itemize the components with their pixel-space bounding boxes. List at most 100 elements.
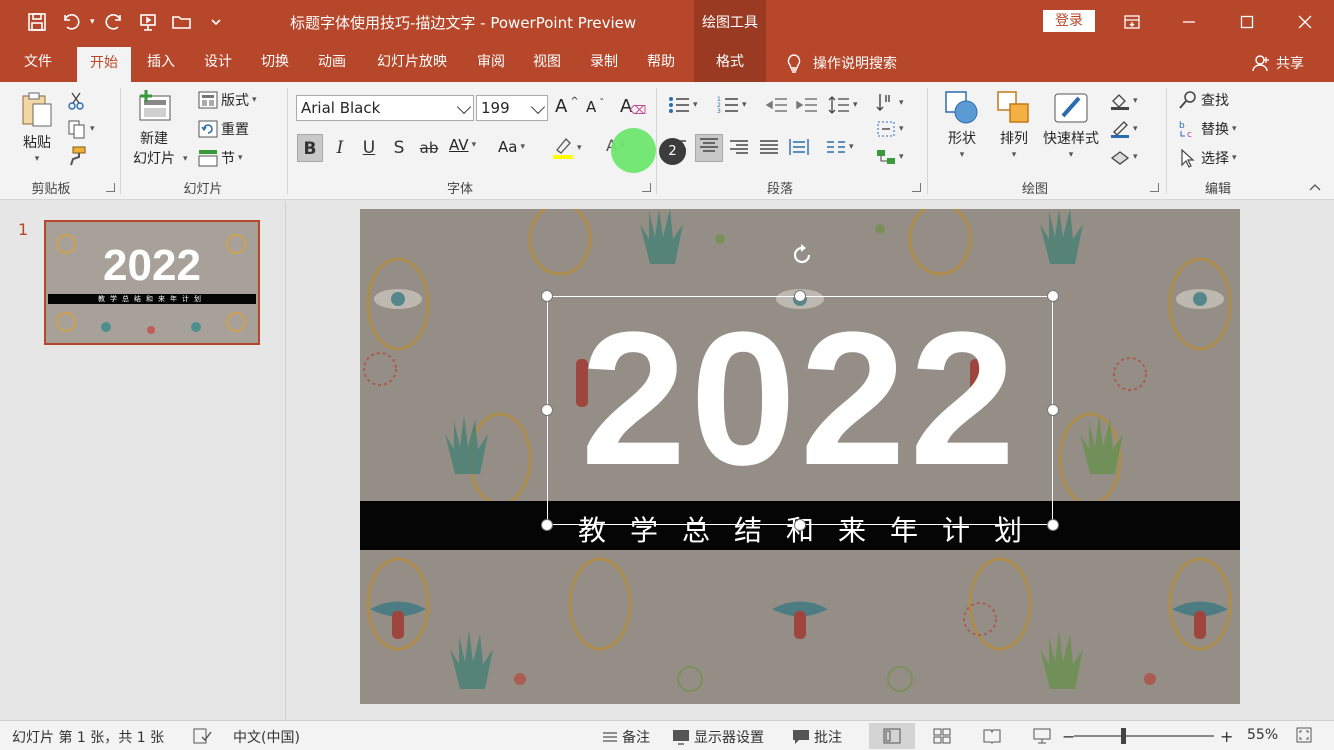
tab-review[interactable]: 审阅 [468, 44, 514, 82]
resize-handle-top-right[interactable] [1047, 290, 1059, 302]
decrease-indent-icon[interactable] [766, 96, 788, 114]
change-case-button[interactable]: Aa ▾ [498, 138, 525, 156]
find-button[interactable]: 查找 [1178, 90, 1229, 110]
italic-button[interactable]: I [327, 134, 353, 162]
highlight-color-button[interactable]: ▾ [552, 136, 582, 160]
select-button[interactable]: 选择 ▾ [1178, 148, 1237, 168]
replace-button[interactable]: bc 替换 ▾ [1178, 119, 1237, 139]
clipboard-launcher-icon[interactable] [106, 183, 115, 192]
columns-button[interactable]: ▾ [826, 138, 854, 156]
drawing-launcher-icon[interactable] [1150, 183, 1159, 192]
cut-icon[interactable] [67, 92, 85, 110]
resize-handle-right[interactable] [1047, 404, 1059, 416]
decrease-font-size-icon[interactable]: Aˇ [586, 98, 604, 116]
tab-transitions[interactable]: 切换 [252, 44, 298, 82]
slide-thumbnail-1[interactable]: 2022 教学总结和来年计划 [44, 220, 260, 345]
underline-button[interactable]: U [356, 134, 382, 162]
tab-slideshow[interactable]: 幻灯片放映 [366, 44, 458, 82]
accessibility-icon[interactable] [192, 727, 212, 745]
customize-qat-icon[interactable] [201, 8, 231, 36]
layout-button[interactable]: 版式 ▾ [198, 90, 257, 110]
shapes-button[interactable]: 形状 ▾ [944, 90, 980, 160]
collapse-ribbon-icon[interactable] [1308, 182, 1322, 192]
text-direction-button[interactable]: ▾ [876, 92, 904, 114]
distributed-icon[interactable] [789, 138, 809, 156]
slide-sorter-view-icon[interactable] [919, 723, 965, 749]
shape-outline-button[interactable]: ▾ [1110, 120, 1138, 138]
tab-file[interactable]: 文件 [14, 44, 62, 82]
copy-icon[interactable]: ▾ [67, 119, 95, 139]
tab-design[interactable]: 设计 [195, 44, 241, 82]
resize-handle-bottom-left[interactable] [541, 519, 553, 531]
login-button[interactable]: 登录 [1043, 10, 1095, 32]
line-spacing-button[interactable]: ▾ [828, 96, 858, 114]
comments-button[interactable]: 批注 [792, 727, 842, 747]
font-launcher-icon[interactable] [642, 183, 651, 192]
paste-dropdown-icon[interactable]: ▾ [35, 154, 40, 164]
zoom-in-icon[interactable]: + [1220, 727, 1233, 746]
minimize-icon[interactable] [1160, 0, 1218, 44]
undo-icon[interactable] [56, 8, 86, 36]
font-name-combobox[interactable]: Arial Black [296, 95, 474, 121]
align-center-button[interactable] [695, 134, 723, 162]
resize-handle-bottom-right[interactable] [1047, 519, 1059, 531]
tell-me-search[interactable]: 操作说明搜索 [785, 44, 897, 82]
ribbon-display-options-icon[interactable] [1103, 0, 1161, 44]
tab-home[interactable]: 开始 [77, 47, 131, 82]
format-painter-icon[interactable] [67, 146, 87, 166]
open-folder-icon[interactable] [167, 8, 197, 36]
shape-effects-button[interactable]: ▾ [1110, 148, 1138, 166]
font-size-dropdown-icon[interactable] [530, 99, 546, 115]
strikethrough-button[interactable]: ab [416, 134, 442, 162]
slideshow-view-icon[interactable] [1019, 723, 1065, 749]
share-button[interactable]: 共享 [1252, 44, 1304, 82]
tab-animations[interactable]: 动画 [309, 44, 355, 82]
resize-handle-left[interactable] [541, 404, 553, 416]
language-status[interactable]: 中文(中国) [233, 727, 300, 747]
resize-handle-bottom[interactable] [794, 519, 806, 531]
section-button[interactable]: 节 ▾ [198, 148, 243, 168]
paste-button[interactable]: 粘贴 ▾ [20, 90, 54, 164]
maximize-icon[interactable] [1218, 0, 1276, 44]
new-slide-dropdown-icon[interactable]: ▾ [183, 154, 188, 164]
reset-button[interactable]: 重置 [198, 119, 249, 139]
tab-format[interactable]: 格式 [694, 44, 766, 82]
resize-handle-top-left[interactable] [541, 290, 553, 302]
tab-help[interactable]: 帮助 [638, 44, 684, 82]
undo-dropdown-icon[interactable]: ▾ [90, 17, 95, 27]
zoom-level[interactable]: 55% [1247, 727, 1278, 743]
bold-button[interactable]: B [297, 134, 323, 162]
font-name-dropdown-icon[interactable] [456, 99, 472, 115]
rotate-handle-icon[interactable] [789, 242, 815, 272]
present-from-start-icon[interactable] [133, 8, 163, 36]
justify-icon[interactable] [759, 138, 779, 156]
numbering-button[interactable]: 123 ▾ [717, 96, 747, 114]
increase-indent-icon[interactable] [796, 96, 818, 114]
font-size-combobox[interactable]: 199 [476, 95, 548, 121]
new-slide-button[interactable]: 新建 幻灯片 [133, 88, 175, 168]
notes-button[interactable]: 备注 [602, 727, 650, 747]
character-spacing-button[interactable]: AV ▾ [449, 136, 476, 154]
zoom-slider-thumb[interactable] [1121, 728, 1126, 744]
increase-font-size-icon[interactable]: A ^ [555, 96, 579, 117]
normal-view-icon[interactable] [869, 723, 915, 749]
arrange-button[interactable]: 排列 ▾ [996, 90, 1032, 160]
convert-to-smartart-button[interactable]: ▾ [876, 148, 904, 166]
display-settings-button[interactable]: 显示器设置 [672, 727, 764, 747]
redo-icon[interactable] [99, 8, 129, 36]
zoom-slider-track[interactable] [1074, 735, 1214, 737]
slide-canvas[interactable]: 2022 教学总结和来年计划 [360, 209, 1240, 704]
close-icon[interactable] [1276, 0, 1334, 44]
text-shadow-button[interactable]: S [386, 134, 412, 162]
quick-styles-button[interactable]: 快速样式 ▾ [1043, 90, 1099, 160]
shape-fill-button[interactable]: ▾ [1110, 92, 1138, 110]
clear-formatting-icon[interactable]: A ⌫ [620, 95, 646, 118]
reading-view-icon[interactable] [969, 723, 1015, 749]
align-text-button[interactable]: ▾ [876, 120, 904, 138]
align-right-icon[interactable] [729, 138, 749, 156]
resize-handle-top[interactable] [794, 290, 806, 302]
save-icon[interactable] [22, 8, 52, 36]
fit-to-window-icon[interactable] [1296, 727, 1312, 743]
bullets-button[interactable]: ▾ [668, 96, 698, 114]
tab-view[interactable]: 视图 [524, 44, 570, 82]
